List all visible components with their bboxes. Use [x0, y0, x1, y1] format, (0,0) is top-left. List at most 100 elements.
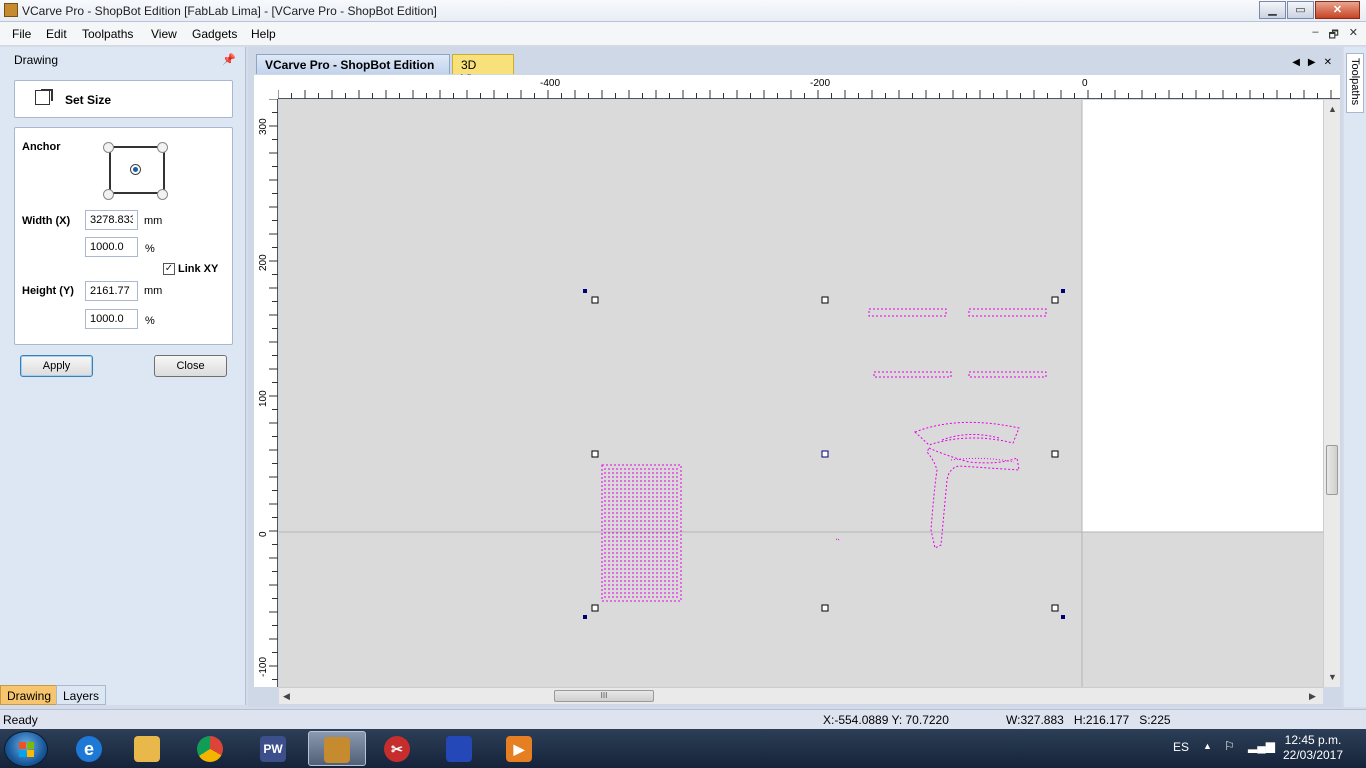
vcarve-icon — [324, 737, 350, 763]
tab-next-icon[interactable]: ▶ — [1308, 57, 1316, 68]
system-clock[interactable]: 12:45 p.m. 22/03/2017 — [1278, 733, 1348, 763]
maximize-button[interactable]: ▭ — [1287, 1, 1314, 19]
menu-view[interactable]: View — [151, 27, 177, 41]
mdi-close-button[interactable]: ✕ — [1349, 26, 1358, 45]
handle-top-left[interactable] — [591, 296, 599, 304]
network-icon[interactable]: ⚐ — [1224, 739, 1235, 768]
menu-file[interactable]: File — [12, 27, 31, 41]
width-label: Width (X) — [22, 215, 71, 227]
ruler-label-300: 300 — [258, 118, 269, 135]
ruler-label-zero: 0 — [1082, 78, 1088, 89]
width-field[interactable] — [85, 210, 138, 230]
scale-handle-top-right[interactable] — [1061, 289, 1065, 293]
anchor-bottom-right-radio[interactable] — [157, 189, 168, 200]
handle-top-center[interactable] — [821, 296, 829, 304]
pw3d-icon: PW — [260, 736, 286, 762]
width-percent-field[interactable] — [85, 237, 138, 257]
mdi-restore-button[interactable]: 🗗 — [1328, 26, 1338, 45]
minimize-button[interactable]: ▁ — [1259, 1, 1286, 19]
width-percent-symbol: % — [145, 243, 155, 255]
height-percent-field[interactable] — [85, 309, 138, 329]
toolpaths-tab[interactable]: Toolpaths — [1346, 53, 1364, 113]
menu-toolpaths[interactable]: Toolpaths — [82, 27, 133, 41]
anchor-label: Anchor — [22, 141, 61, 153]
set-size-form: Anchor Width (X) mm % ✓ Link XY Height (… — [14, 127, 233, 345]
scroll-up-icon[interactable]: ▲ — [1328, 104, 1337, 114]
show-hidden-icons[interactable]: ▲ — [1203, 741, 1212, 768]
scroll-down-icon[interactable]: ▼ — [1328, 672, 1337, 682]
media-player-icon: ▶ — [506, 736, 532, 762]
taskbar-snipping[interactable]: ✂ — [372, 731, 424, 766]
start-button[interactable] — [4, 731, 48, 767]
vertical-scroll-thumb[interactable] — [1326, 445, 1338, 495]
pin-icon[interactable]: 📌 — [222, 53, 236, 66]
tab-layers[interactable]: Layers — [56, 685, 107, 705]
canvas-svg[interactable] — [279, 100, 1323, 687]
handle-bottom-right[interactable] — [1051, 604, 1059, 612]
handle-center[interactable] — [821, 450, 829, 458]
handle-bottom-center[interactable] — [821, 604, 829, 612]
vcarve-app-icon — [4, 3, 18, 17]
document-tabs: VCarve Pro - ShopBot Edition 3D View ◀ ▶… — [248, 51, 1342, 86]
taskbar-vcarve[interactable] — [308, 731, 366, 766]
folder-icon — [134, 736, 160, 762]
toolpaths-side-panel: Toolpaths — [1344, 47, 1366, 707]
anchor-top-right-radio[interactable] — [157, 142, 168, 153]
anchor-center-radio[interactable] — [130, 164, 141, 175]
link-xy-checkbox[interactable]: ✓ — [163, 263, 175, 275]
drawing-canvas[interactable] — [279, 100, 1323, 687]
vertical-scrollbar[interactable]: ▲ ▼ — [1323, 100, 1340, 687]
horizontal-ruler: -400 -200 0 — [277, 75, 1340, 99]
tab-2d-view[interactable]: VCarve Pro - ShopBot Edition — [256, 54, 450, 74]
apply-button[interactable]: Apply — [20, 355, 93, 377]
cursor-coordinates: X:-554.0889 Y: 70.7220 — [823, 713, 949, 727]
height-unit: mm — [144, 285, 163, 297]
ruler-label-minus400: -400 — [540, 78, 560, 89]
tab-prev-icon[interactable]: ◀ — [1292, 57, 1300, 68]
mdi-minimize-button[interactable]: – — [1312, 26, 1318, 45]
toolpaths-tab-label: Toolpaths — [1349, 58, 1361, 106]
handle-middle-left[interactable] — [591, 450, 599, 458]
signal-icon[interactable]: ▂▄▆ — [1248, 739, 1275, 768]
menu-help[interactable]: Help — [251, 27, 276, 41]
scale-handle-top-left[interactable] — [583, 289, 587, 293]
taskbar-internet-explorer[interactable]: e — [64, 731, 116, 766]
taskbar-file-explorer[interactable] — [122, 731, 174, 766]
horizontal-ruler-ticks: -400 -200 0 — [277, 78, 1332, 99]
scale-handle-bottom-right[interactable] — [1061, 615, 1065, 619]
scroll-left-icon[interactable]: ◀ — [283, 691, 290, 702]
horizontal-scrollbar[interactable]: ◀ III ▶ — [279, 687, 1323, 704]
menu-edit[interactable]: Edit — [46, 27, 67, 41]
mdi-controls: – 🗗 ✕ — [1312, 26, 1358, 45]
handle-top-right[interactable] — [1051, 296, 1059, 304]
blue-app-icon — [446, 736, 472, 762]
handle-bottom-left[interactable] — [591, 604, 599, 612]
taskbar-media-player[interactable]: ▶ — [494, 731, 546, 766]
ruler-label-200: 200 — [258, 254, 269, 271]
scroll-right-icon[interactable]: ▶ — [1309, 691, 1316, 702]
scale-handle-bottom-left[interactable] — [583, 615, 587, 619]
tab-drawing[interactable]: Drawing — [0, 685, 59, 705]
tab-3d-view[interactable]: 3D View — [452, 54, 514, 86]
anchor-bottom-left-radio[interactable] — [103, 189, 114, 200]
close-button[interactable]: Close — [154, 355, 227, 377]
horizontal-scroll-thumb[interactable]: III — [554, 690, 654, 702]
vertical-ruler-ticks: 300 200 100 0 -100 — [258, 98, 278, 680]
tab-close-icon[interactable]: ✕ — [1324, 57, 1332, 68]
scissors-icon: ✂ — [384, 736, 410, 762]
close-window-button[interactable]: ✕ — [1315, 1, 1360, 19]
menu-gadgets[interactable]: Gadgets — [192, 27, 237, 41]
width-unit: mm — [144, 215, 163, 227]
internet-explorer-icon: e — [76, 736, 102, 762]
taskbar-chrome[interactable] — [185, 731, 237, 766]
vertical-ruler: 300 200 100 0 -100 — [254, 98, 278, 687]
handle-middle-right[interactable] — [1051, 450, 1059, 458]
taskbar-pw3d[interactable]: PW — [248, 731, 300, 766]
language-indicator[interactable]: ES — [1173, 740, 1189, 768]
status-text: Ready — [3, 713, 38, 727]
anchor-top-left-radio[interactable] — [103, 142, 114, 153]
taskbar-blue-app[interactable] — [434, 731, 486, 766]
ruler-corner — [254, 75, 278, 99]
height-field[interactable] — [85, 281, 138, 301]
status-bar: Ready X:-554.0889 Y: 70.7220 W:327.883 H… — [0, 709, 1366, 729]
